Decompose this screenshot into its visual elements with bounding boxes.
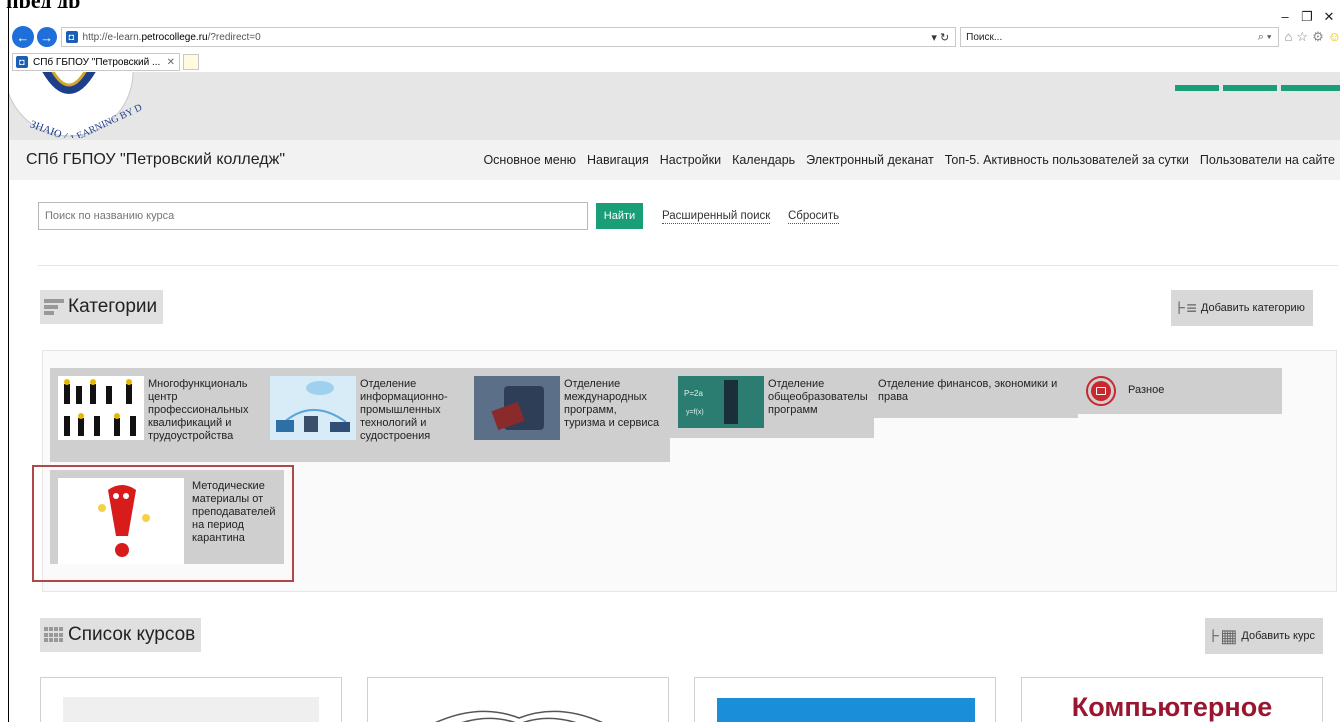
url-prefix: http://e-learn. xyxy=(82,31,142,43)
advanced-search-link[interactable]: Расширенный поиск xyxy=(662,210,771,224)
course-image-blue xyxy=(717,698,975,722)
course-search-input[interactable] xyxy=(38,202,588,230)
course-card-1[interactable] xyxy=(40,677,342,722)
list-icon xyxy=(44,299,64,315)
category-tile-misc[interactable]: Разное xyxy=(1078,368,1282,414)
tab-title: СПб ГБПОУ "Петровский ... xyxy=(33,56,161,68)
college-logo: ЗНАЮ / LEARNING BY D xyxy=(9,72,144,138)
menu-item-edean[interactable]: Электронный деканат xyxy=(806,153,934,167)
url-path: /?redirect=0 xyxy=(207,31,261,43)
smiley-feedback-icon[interactable]: ☺ xyxy=(1328,29,1340,45)
screenshot-frame: пред др – ❐ ✕ ← → ◘ http://e-learn. petro… xyxy=(0,0,1340,722)
category-label: Отделение общеобразователы программ xyxy=(768,378,868,416)
menu-item-main[interactable]: Основное меню xyxy=(483,153,576,167)
add-category-button[interactable]: ⊦≡ Добавить категорию xyxy=(1171,290,1313,326)
find-button[interactable]: Найти xyxy=(596,203,643,229)
site-banner: ЗНАЮ / LEARNING BY D xyxy=(9,72,1340,140)
menu-item-online-users[interactable]: Пользователи на сайте xyxy=(1200,153,1335,167)
new-tab-button[interactable] xyxy=(183,54,199,70)
site-favicon-icon: ◘ xyxy=(65,31,78,43)
categories-heading: Категории xyxy=(40,290,164,324)
menu-item-navigation[interactable]: Навигация xyxy=(587,153,649,167)
category-label: Отделение международных программ, туризм… xyxy=(564,378,660,429)
add-list-icon: ⊦≡ xyxy=(1177,297,1197,318)
header-green-button-2[interactable] xyxy=(1223,85,1277,91)
chalkboard-formula-icon: P=2a y=f(x) xyxy=(678,376,764,428)
site-name[interactable]: СПб ГБПОУ "Петровский колледж" xyxy=(26,151,285,169)
add-category-label: Добавить категорию xyxy=(1200,302,1305,314)
course-card-3[interactable] xyxy=(694,677,996,722)
menu-item-settings[interactable]: Настройки xyxy=(660,153,721,167)
main-content: Найти Расширенный поиск Сбросить Категор… xyxy=(9,180,1340,722)
browser-tab-active[interactable]: ◘ СПб ГБПОУ "Петровский ... ✕ xyxy=(12,53,180,71)
industry-network-icon xyxy=(270,376,356,440)
category-tile-it[interactable]: Отделение информационно-промышленных тех… xyxy=(262,368,466,462)
main-menu: Основное меню Навигация Настройки Календ… xyxy=(483,153,1335,167)
courses-heading: Список курсов xyxy=(40,618,202,652)
category-label: Многофункциональ центр профессиональных … xyxy=(148,378,249,442)
category-label: Отделение информационно-промышленных тех… xyxy=(360,378,448,442)
add-course-label: Добавить курс xyxy=(1241,630,1315,642)
travel-passport-icon xyxy=(474,376,560,440)
forward-button[interactable]: → xyxy=(36,27,57,47)
category-tile-general-education[interactable]: P=2a y=f(x) Отделение общеобразователы п… xyxy=(670,368,874,438)
address-row: ← → ◘ http://e-learn. petrocollege.ru/?re… xyxy=(9,24,1340,50)
address-bar[interactable]: ◘ http://e-learn. petrocollege.ru/?redire… xyxy=(60,27,957,47)
refresh-icon[interactable]: ▾ ↻ xyxy=(931,31,949,44)
highlight-frame xyxy=(32,465,294,582)
menu-item-calendar[interactable]: Календарь xyxy=(732,153,795,167)
menu-item-top5[interactable]: Топ-5. Активность пользователей за сутки xyxy=(945,153,1189,167)
tab-favicon-icon: ◘ xyxy=(16,56,28,68)
workers-silhouettes-icon xyxy=(58,376,144,440)
favorites-star-icon[interactable]: ☆ xyxy=(1296,29,1308,45)
category-label: Разное xyxy=(1128,384,1165,396)
svg-text:P=2a: P=2a xyxy=(684,389,703,398)
svg-text:y=f(x): y=f(x) xyxy=(686,409,704,416)
divider xyxy=(38,265,1338,266)
header-green-button-3[interactable] xyxy=(1281,85,1340,91)
category-label: Отделение финансов, экономики и права xyxy=(878,378,1058,403)
reset-link[interactable]: Сбросить xyxy=(788,210,840,224)
open-book-icon xyxy=(435,710,603,722)
course-card-2[interactable] xyxy=(367,677,669,722)
back-button[interactable]: ← xyxy=(12,26,34,48)
tab-close-icon[interactable]: ✕ xyxy=(167,57,175,68)
browser-window: – ❐ ✕ ← → ◘ http://e-learn. petrocollege.… xyxy=(8,8,1340,722)
category-tile-finance[interactable]: Отделение финансов, экономики и права xyxy=(874,368,1078,418)
category-tile-mfc[interactable]: Многофункциональ центр профессиональных … xyxy=(50,368,262,462)
header-green-buttons xyxy=(1175,85,1340,91)
url-host: petrocollege.ru xyxy=(141,31,208,43)
browser-toolbar-icons: ⌂ ☆ ⚙ ☺ xyxy=(1285,29,1340,45)
browser-search-box[interactable]: Поиск... ⌕ ▾ xyxy=(960,27,1279,47)
browser-search-placeholder: Поиск... xyxy=(966,31,1003,43)
categories-title: Категории xyxy=(68,296,158,317)
gear-icon[interactable]: ⚙ xyxy=(1312,29,1324,45)
course-image-placeholder xyxy=(63,697,319,722)
folder-icon xyxy=(1086,376,1116,406)
add-grid-icon: ⊦▦ xyxy=(1211,625,1238,646)
category-tile-international[interactable]: Отделение международных программ, туризм… xyxy=(466,368,670,462)
header-green-button-1[interactable] xyxy=(1175,85,1219,91)
tab-row: ◘ СПб ГБПОУ "Петровский ... ✕ xyxy=(9,52,1340,72)
site-navbar: СПб ГБПОУ "Петровский колледж" Основное … xyxy=(9,140,1340,180)
course-card-title: Компьютерное xyxy=(1071,692,1273,722)
course-card-4[interactable]: Компьютерное xyxy=(1021,677,1323,722)
search-icon[interactable]: ⌕ ▾ xyxy=(1258,31,1272,44)
courses-title: Список курсов xyxy=(68,624,196,645)
add-course-button[interactable]: ⊦▦ Добавить курс xyxy=(1205,618,1323,654)
grid-icon xyxy=(44,627,64,643)
home-icon[interactable]: ⌂ xyxy=(1285,29,1293,45)
